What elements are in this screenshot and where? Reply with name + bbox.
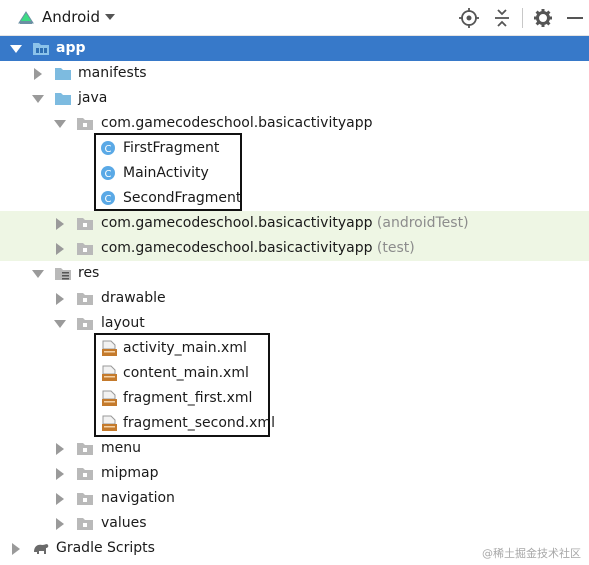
package-icon (77, 118, 93, 130)
minimize-icon[interactable] (564, 7, 586, 29)
tree-item-fragment-second-xml[interactable]: fragment_second.xml (0, 411, 589, 436)
expand-arrow-icon[interactable] (56, 493, 64, 505)
expand-arrow-icon[interactable] (54, 120, 66, 128)
highlight-box-java-classes (94, 133, 242, 211)
tree-item-label: menu (101, 440, 141, 456)
tree-item-label: com.gamecodeschool.basicactivityapp (tes… (101, 240, 415, 256)
folder-icon (55, 93, 71, 105)
tree-item-app[interactable]: app (0, 36, 589, 61)
tree-item-label: com.gamecodeschool.basicactivityapp (101, 115, 373, 131)
android-icon (18, 11, 34, 24)
highlight-box-layout-files (94, 333, 270, 437)
tree-item-secondfragment[interactable]: C SecondFragment (0, 186, 589, 211)
tree-item-content-main-xml[interactable]: content_main.xml (0, 361, 589, 386)
folder-icon (55, 68, 71, 80)
tree-item-manifests[interactable]: manifests (0, 61, 589, 86)
tree-item-values[interactable]: values (0, 511, 589, 536)
tree-item-label: app (56, 40, 86, 56)
package-icon (77, 243, 93, 255)
tree-item-package-test[interactable]: com.gamecodeschool.basicactivityapp (tes… (0, 236, 589, 261)
tree-item-qualifier: (test) (376, 240, 415, 256)
expand-arrow-icon[interactable] (12, 543, 20, 555)
package-icon (77, 218, 93, 230)
tree-item-menu[interactable]: menu (0, 436, 589, 461)
tree-item-fragment-first-xml[interactable]: fragment_first.xml (0, 386, 589, 411)
tree-item-activity-main-xml[interactable]: activity_main.xml (0, 336, 589, 361)
expand-arrow-icon[interactable] (56, 443, 64, 455)
expand-arrow-icon[interactable] (56, 468, 64, 480)
package-icon (77, 293, 93, 305)
package-icon (77, 493, 93, 505)
tree-item-label: navigation (101, 490, 175, 506)
tree-item-label: drawable (101, 290, 166, 306)
tree-item-label: mipmap (101, 465, 159, 481)
expand-arrow-icon[interactable] (34, 68, 42, 80)
tree-item-navigation[interactable]: navigation (0, 486, 589, 511)
tree-item-label: Gradle Scripts (56, 540, 155, 556)
chevron-down-icon[interactable] (105, 14, 115, 20)
tree-item-res[interactable]: res (0, 261, 589, 286)
gear-icon[interactable] (532, 7, 554, 29)
tree-item-mainactivity[interactable]: C MainActivity (0, 161, 589, 186)
package-icon (77, 443, 93, 455)
expand-arrow-icon[interactable] (56, 218, 64, 230)
tree-item-qualifier: (androidTest) (376, 215, 469, 231)
tree-item-layout[interactable]: layout (0, 311, 589, 336)
tree-item-package-main[interactable]: com.gamecodeschool.basicactivityapp (0, 111, 589, 136)
package-icon (77, 468, 93, 480)
package-icon (77, 318, 93, 330)
expand-arrow-icon[interactable] (32, 270, 44, 278)
tree-item-label: res (78, 265, 100, 281)
locate-icon[interactable] (458, 7, 480, 29)
package-icon (77, 518, 93, 530)
collapse-icon[interactable] (491, 7, 513, 29)
gradle-icon (34, 544, 49, 554)
tree-item-label: manifests (78, 65, 147, 81)
tree-item-label: values (101, 515, 147, 531)
tree-item-mipmap[interactable]: mipmap (0, 461, 589, 486)
project-view-selector[interactable]: Android (42, 8, 100, 26)
toolbar-divider (522, 8, 523, 28)
project-toolbar: Android (0, 0, 589, 36)
tree-item-label: java (78, 90, 108, 106)
tree-item-drawable[interactable]: drawable (0, 286, 589, 311)
tree-item-package-androidtest[interactable]: com.gamecodeschool.basicactivityapp (and… (0, 211, 589, 236)
expand-arrow-icon[interactable] (56, 293, 64, 305)
expand-arrow-icon[interactable] (32, 95, 44, 103)
watermark-text: @稀土掘金技术社区 (482, 547, 581, 560)
tree-item-firstfragment[interactable]: C FirstFragment (0, 136, 589, 161)
expand-arrow-icon[interactable] (56, 243, 64, 255)
tree-item-java[interactable]: java (0, 86, 589, 111)
expand-arrow-icon[interactable] (10, 45, 22, 53)
expand-arrow-icon[interactable] (56, 518, 64, 530)
tree-item-label: com.gamecodeschool.basicactivityapp (and… (101, 215, 469, 231)
res-folder-icon (55, 268, 71, 280)
expand-arrow-icon[interactable] (54, 320, 66, 328)
tree-item-label: layout (101, 315, 145, 331)
module-folder-icon (33, 43, 49, 55)
